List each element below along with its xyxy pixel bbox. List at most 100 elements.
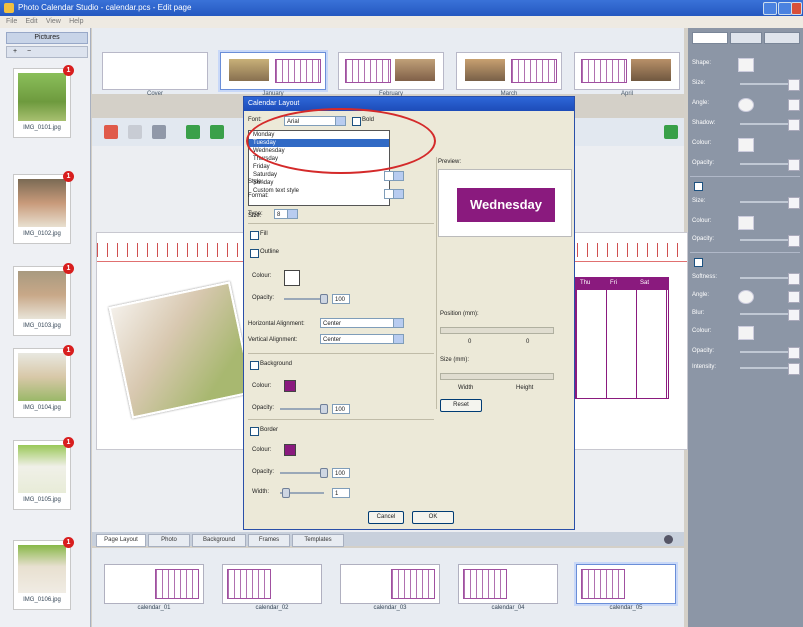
opacity-value[interactable]: 100: [332, 294, 350, 304]
format-select[interactable]: [384, 189, 404, 199]
close-button[interactable]: [791, 2, 802, 15]
page-calendar-grid[interactable]: Thu Fri Sat: [575, 277, 669, 399]
opacity-slider[interactable]: [740, 163, 788, 165]
menu-edit[interactable]: Edit: [26, 18, 38, 25]
tab-text[interactable]: [764, 32, 800, 44]
intensity-stepper[interactable]: [788, 363, 800, 375]
save-icon[interactable]: [152, 125, 166, 139]
add-photo-icon[interactable]: +: [13, 48, 17, 55]
tab-properties[interactable]: [692, 32, 728, 44]
style-select[interactable]: [384, 171, 404, 181]
shape-swatch[interactable]: [738, 58, 754, 72]
fill-colour-swatch[interactable]: [284, 270, 300, 286]
border-opacity-slider[interactable]: [280, 472, 324, 474]
tab-effects[interactable]: [730, 32, 762, 44]
size-stepper[interactable]: [788, 79, 800, 91]
dropdown-option[interactable]: Custom text style: [249, 187, 389, 195]
shadow-slider[interactable]: [740, 123, 788, 125]
menu-view[interactable]: View: [46, 18, 61, 25]
outline-checkbox[interactable]: [250, 249, 259, 258]
tab-templates[interactable]: Templates: [292, 534, 344, 547]
border-checkbox[interactable]: [250, 427, 259, 436]
intensity-slider[interactable]: [740, 367, 788, 369]
reset-button[interactable]: Reset: [440, 399, 482, 412]
page-thumb-march[interactable]: March: [456, 52, 562, 97]
rotate-right-icon[interactable]: [210, 125, 224, 139]
angle-dial[interactable]: [738, 290, 754, 304]
photo-thumbnail[interactable]: 1 IMG_0101.jpg: [13, 65, 74, 138]
layout-thumb[interactable]: calendar_04: [458, 564, 558, 611]
blur-stepper[interactable]: [788, 309, 800, 321]
opacity-stepper[interactable]: [788, 235, 800, 247]
shadow-stepper[interactable]: [788, 119, 800, 131]
size-slider[interactable]: [740, 201, 788, 203]
settings-gear-icon[interactable]: [664, 535, 673, 544]
tab-page-layout[interactable]: Page Layout: [96, 534, 146, 547]
opacity-slider[interactable]: [284, 298, 324, 300]
bg-opacity-slider[interactable]: [280, 408, 324, 410]
size-slider[interactable]: [440, 373, 554, 380]
border-colour-swatch[interactable]: [284, 444, 296, 456]
delete-icon[interactable]: [104, 125, 118, 139]
angle-stepper[interactable]: [788, 99, 800, 111]
undo-icon[interactable]: [128, 125, 142, 139]
colour-swatch[interactable]: [738, 216, 754, 230]
opacity-slider-knob[interactable]: [320, 294, 328, 304]
minimize-button[interactable]: [763, 2, 777, 15]
photo-thumbnail[interactable]: 1 IMG_0102.jpg: [13, 171, 74, 244]
opacity-slider[interactable]: [740, 239, 788, 241]
layout-thumb[interactable]: calendar_02: [222, 564, 322, 611]
section-checkbox[interactable]: [694, 182, 703, 191]
softness-stepper[interactable]: [788, 273, 800, 285]
page-photo[interactable]: [108, 281, 254, 419]
page-thumb-february[interactable]: February: [338, 52, 444, 97]
layout-thumb[interactable]: calendar_03: [340, 564, 440, 611]
rotate-left-icon[interactable]: [186, 125, 200, 139]
border-opacity-value[interactable]: 100: [332, 468, 350, 478]
colour-swatch[interactable]: [738, 326, 754, 340]
dropdown-option[interactable]: Sunday: [249, 179, 389, 187]
background-checkbox[interactable]: [250, 361, 259, 370]
border-width-value[interactable]: 1: [332, 488, 350, 498]
cart-icon[interactable]: [664, 125, 678, 139]
tab-frames[interactable]: Frames: [248, 534, 290, 547]
blur-slider[interactable]: [740, 313, 788, 315]
fill-checkbox[interactable]: [250, 231, 259, 240]
bg-opacity-value[interactable]: 100: [332, 404, 350, 414]
page-thumb-april[interactable]: April: [574, 52, 680, 97]
bg-colour-swatch[interactable]: [284, 380, 296, 392]
tab-pictures[interactable]: Pictures: [6, 32, 88, 44]
border-width-slider-knob[interactable]: [282, 488, 290, 498]
section-checkbox[interactable]: [694, 258, 703, 267]
opacity-stepper[interactable]: [788, 347, 800, 359]
border-opacity-slider-knob[interactable]: [320, 468, 328, 478]
layout-thumb[interactable]: calendar_01: [104, 564, 204, 611]
position-slider[interactable]: [440, 327, 554, 334]
bg-opacity-slider-knob[interactable]: [320, 404, 328, 414]
size-stepper[interactable]: [788, 197, 800, 209]
h-align-select[interactable]: Center: [320, 318, 404, 328]
maximize-button[interactable]: [778, 2, 792, 15]
photo-thumbnail[interactable]: 1 IMG_0106.jpg: [13, 537, 74, 610]
remove-photo-icon[interactable]: −: [27, 48, 31, 55]
size-slider[interactable]: [740, 83, 788, 85]
cancel-button[interactable]: Cancel: [368, 511, 404, 524]
tab-photo[interactable]: Photo: [148, 534, 190, 547]
tab-background[interactable]: Background: [192, 534, 246, 547]
softness-slider[interactable]: [740, 277, 788, 279]
layout-thumb-selected[interactable]: calendar_05: [576, 564, 676, 611]
size-select[interactable]: 8: [274, 209, 298, 219]
page-thumb-cover[interactable]: Cover: [102, 52, 208, 97]
angle-stepper[interactable]: [788, 291, 800, 303]
angle-dial[interactable]: [738, 98, 754, 112]
photo-thumbnail[interactable]: 1 IMG_0105.jpg: [13, 437, 74, 510]
opacity-stepper[interactable]: [788, 159, 800, 171]
photo-thumbnail[interactable]: 1 IMG_0104.jpg: [13, 345, 74, 418]
opacity-slider[interactable]: [740, 351, 788, 353]
colour-swatch[interactable]: [738, 138, 754, 152]
menu-help[interactable]: Help: [69, 18, 83, 25]
photo-thumbnail[interactable]: 1 IMG_0103.jpg: [13, 263, 74, 336]
ok-button[interactable]: OK: [412, 511, 454, 524]
v-align-select[interactable]: Center: [320, 334, 404, 344]
menu-file[interactable]: File: [6, 18, 17, 25]
